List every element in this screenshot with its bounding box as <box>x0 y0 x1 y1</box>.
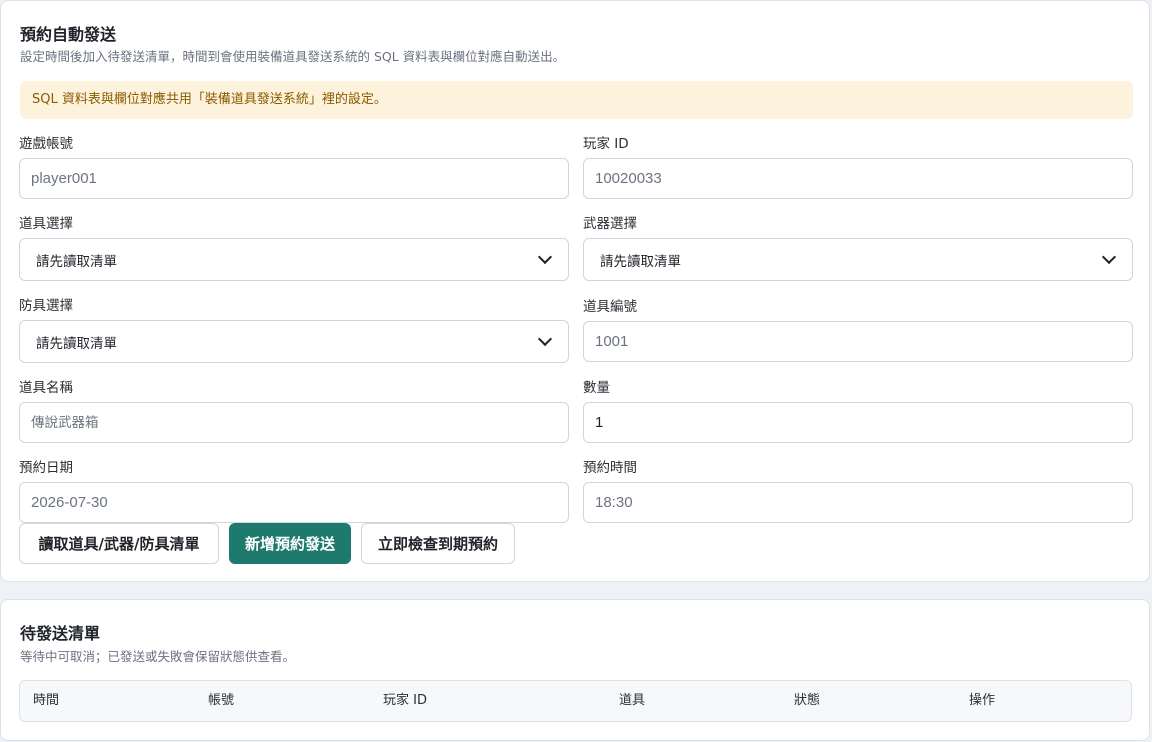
queue-table-header: 時間 帳號 玩家 ID 道具 狀態 操作 <box>20 681 1131 721</box>
date-label: 預約日期 <box>19 460 73 476</box>
player-id-input[interactable] <box>583 158 1133 199</box>
account-input[interactable] <box>19 158 569 199</box>
item-select[interactable]: 請先讀取清單 <box>19 238 569 281</box>
quantity-input[interactable] <box>583 402 1133 443</box>
chevron-down-icon <box>537 249 553 265</box>
add-schedule-button[interactable]: 新增預約發送 <box>229 523 351 564</box>
column-header-player-id: 玩家 ID <box>383 693 427 708</box>
quantity-field-group: 數量 <box>583 378 1133 443</box>
weapon-select-label: 武器選擇 <box>583 216 637 232</box>
account-label: 遊戲帳號 <box>19 136 73 152</box>
armor-select-group: 防具選擇 請先讀取清單 <box>19 296 569 363</box>
armor-select-value: 請先讀取清單 <box>36 335 117 352</box>
quantity-label: 數量 <box>583 380 610 396</box>
item-code-label: 道具編號 <box>583 299 637 315</box>
item-select-group: 道具選擇 請先讀取清單 <box>19 214 569 281</box>
column-header-status: 狀態 <box>794 693 821 708</box>
sql-notice: SQL 資料表與欄位對應共用「裝備道具發送系統」裡的設定。 <box>20 81 1133 119</box>
queue-subtitle: 等待中可取消；已發送或失敗會保留狀態供查看。 <box>20 649 296 664</box>
item-name-input[interactable] <box>19 402 569 443</box>
load-lists-button[interactable]: 讀取道具/武器/防具清單 <box>19 523 219 564</box>
date-input[interactable] <box>19 482 569 523</box>
item-name-field-group: 道具名稱 <box>19 378 569 443</box>
item-name-label: 道具名稱 <box>19 380 73 396</box>
column-header-time: 時間 <box>33 693 60 708</box>
time-input[interactable] <box>583 482 1133 523</box>
check-due-button[interactable]: 立即檢查到期預約 <box>361 523 515 564</box>
weapon-select-group: 武器選擇 請先讀取清單 <box>583 214 1133 281</box>
chevron-down-icon <box>537 331 553 347</box>
player-id-label: 玩家 ID <box>583 136 629 152</box>
queue-table: 時間 帳號 玩家 ID 道具 狀態 操作 <box>19 680 1132 722</box>
time-label: 預約時間 <box>583 460 637 476</box>
item-select-label: 道具選擇 <box>19 216 73 232</box>
column-header-item: 道具 <box>619 693 646 708</box>
time-field-group: 預約時間 <box>583 458 1133 523</box>
weapon-select-value: 請先讀取清單 <box>600 253 681 270</box>
item-select-value: 請先讀取清單 <box>36 253 117 270</box>
column-header-actions: 操作 <box>969 693 996 708</box>
date-field-group: 預約日期 <box>19 458 569 523</box>
armor-select[interactable]: 請先讀取清單 <box>19 320 569 363</box>
player-id-field-group: 玩家 ID <box>583 134 1133 199</box>
column-header-account: 帳號 <box>208 693 235 708</box>
item-code-field-group: 道具編號 <box>583 297 1133 362</box>
schedule-title: 預約自動發送 <box>20 25 117 44</box>
chevron-down-icon <box>1101 249 1117 265</box>
queue-title: 待發送清單 <box>20 624 101 643</box>
armor-select-label: 防具選擇 <box>19 298 73 314</box>
item-code-input[interactable] <box>583 321 1133 362</box>
weapon-select[interactable]: 請先讀取清單 <box>583 238 1133 281</box>
schedule-subtitle: 設定時間後加入待發送清單，時間到會使用裝備道具發送系統的 SQL 資料表與欄位對… <box>20 49 566 64</box>
account-field-group: 遊戲帳號 <box>19 134 569 199</box>
